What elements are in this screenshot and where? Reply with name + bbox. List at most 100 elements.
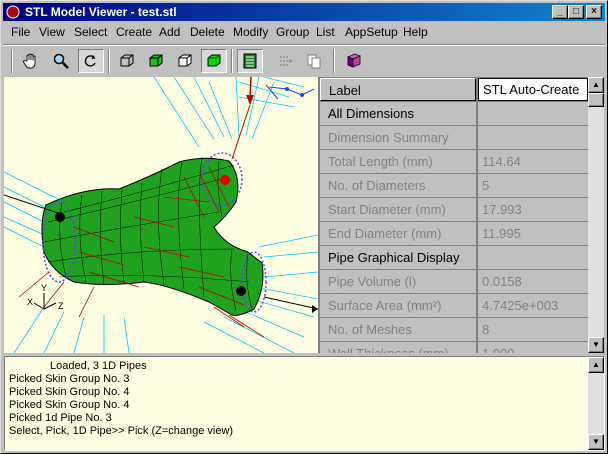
shaded-cube-icon xyxy=(149,54,163,67)
axis-triad xyxy=(33,293,57,310)
property-name: End Diameter (mm) xyxy=(320,222,476,245)
property-name: No. of Meshes xyxy=(320,318,476,341)
app-window: STL Model Viewer - test.stl _ □ × File V… xyxy=(0,0,608,454)
property-row-all-dimensions[interactable]: All Dimensions xyxy=(318,102,588,126)
property-name: Wall Thickness (mm) xyxy=(320,342,476,353)
menu-group[interactable]: Group xyxy=(276,25,309,39)
book-icon xyxy=(346,53,362,68)
copy-icon xyxy=(307,54,321,69)
pipe-mesh xyxy=(41,152,267,316)
log-scroll-up-button[interactable]: ▲ xyxy=(588,357,604,373)
menu-view[interactable]: View xyxy=(39,25,65,39)
scroll-down-button[interactable]: ▼ xyxy=(588,337,604,353)
rotate-button[interactable] xyxy=(78,49,104,73)
minimize-button[interactable]: _ xyxy=(552,5,568,19)
property-row-pipe-graphical-display[interactable]: Pipe Graphical Display xyxy=(318,246,588,270)
property-row-wall-thickness[interactable]: Wall Thickness (mm) 1.000 xyxy=(318,342,588,353)
property-name: Start Diameter (mm) xyxy=(320,198,476,221)
property-name: No. of Diameters xyxy=(320,174,476,197)
property-value xyxy=(478,102,588,125)
window-title: STL Model Viewer - test.stl xyxy=(25,5,177,19)
property-value xyxy=(478,126,588,149)
arrange-button[interactable] xyxy=(273,49,299,73)
property-value xyxy=(478,246,588,269)
property-value: 5 xyxy=(478,174,588,197)
menu-file[interactable]: File xyxy=(11,25,30,39)
property-value: 114.64 xyxy=(478,150,588,173)
message-log[interactable]: Loaded, 3 1D Pipes Picked Skin Group No.… xyxy=(4,356,605,451)
log-line: Picked Skin Group No. 3 xyxy=(9,373,130,385)
hand-pan-icon xyxy=(23,53,36,69)
log-scrollbar[interactable]: ▲ ▼ xyxy=(588,357,604,450)
help-book-button[interactable] xyxy=(341,49,367,73)
table-button[interactable] xyxy=(237,49,263,73)
property-name: Dimension Summary xyxy=(320,126,476,149)
scroll-up-button[interactable]: ▲ xyxy=(588,77,604,93)
toolbar-separator xyxy=(11,49,13,73)
pipe-model-render: X Y Z xyxy=(4,77,318,353)
property-name: Total Length (mm) xyxy=(320,150,476,173)
log-line: Loaded, 3 1D Pipes xyxy=(50,360,147,372)
property-value: 8 xyxy=(478,318,588,341)
menu-appsetup[interactable]: AppSetup xyxy=(345,25,398,39)
property-name: Label xyxy=(320,78,476,101)
menu-help[interactable]: Help xyxy=(403,25,428,39)
pan-button[interactable] xyxy=(18,49,44,73)
property-row-start-diameter[interactable]: Start Diameter (mm) 17.993 xyxy=(318,198,588,222)
property-row-end-diameter[interactable]: End Diameter (mm) 11.995 xyxy=(318,222,588,246)
wireframe-cube-icon xyxy=(120,54,134,67)
property-value: 1.000 xyxy=(478,342,588,353)
properties-scrollbar[interactable]: ▲ ▼ xyxy=(588,77,604,353)
solid-view-button[interactable] xyxy=(201,49,227,73)
property-row-pipe-volume[interactable]: Pipe Volume (l) 0.0158 xyxy=(318,270,588,294)
close-button[interactable]: × xyxy=(586,5,602,19)
maximize-button[interactable]: □ xyxy=(568,5,584,19)
menu-select[interactable]: Select xyxy=(74,25,107,39)
zoom-button[interactable] xyxy=(48,49,74,73)
property-name: Pipe Graphical Display xyxy=(320,246,476,269)
property-row-label[interactable]: Label STL Auto-Create xyxy=(318,78,588,102)
scroll-thumb[interactable] xyxy=(588,93,604,107)
log-line: Picked 1d Pipe No. 3 xyxy=(9,412,112,424)
wireframe-view-button[interactable] xyxy=(114,49,140,73)
rotate-icon xyxy=(84,55,96,67)
properties-panel: Label STL Auto-Create All Dimensions Dim… xyxy=(318,77,604,353)
menu-bar: File View Select Create Add Delete Modif… xyxy=(3,22,605,42)
toolbar-separator xyxy=(231,49,233,73)
property-value: 4.7425e+003 xyxy=(478,294,588,317)
log-line: Select, Pick, 1D Pipe>> Pick (Z=change v… xyxy=(9,425,234,437)
outline-view-button[interactable] xyxy=(172,49,198,73)
property-name: Pipe Volume (l) xyxy=(320,270,476,293)
property-row-dimension-summary[interactable]: Dimension Summary xyxy=(318,126,588,150)
solid-green-cube-icon xyxy=(207,54,221,67)
outline-cube-icon xyxy=(178,54,192,67)
axis-label-y: Y xyxy=(41,283,47,293)
title-bar[interactable]: STL Model Viewer - test.stl _ □ × xyxy=(3,3,605,21)
menu-list[interactable]: List xyxy=(316,25,335,39)
property-name: Surface Area (mm²) xyxy=(320,294,476,317)
toolbar-separator xyxy=(333,49,335,73)
property-value: 17.993 xyxy=(478,198,588,221)
menu-add[interactable]: Add xyxy=(159,25,180,39)
property-value: 0.0158 xyxy=(478,270,588,293)
property-row-no-of-meshes[interactable]: No. of Meshes 8 xyxy=(318,318,588,342)
property-row-total-length[interactable]: Total Length (mm) 114.64 xyxy=(318,150,588,174)
property-row-no-of-diameters[interactable]: No. of Diameters 5 xyxy=(318,174,588,198)
log-line: Picked Skin Group No. 4 xyxy=(9,399,130,411)
property-name: All Dimensions xyxy=(320,102,476,125)
zoom-magnifier-icon xyxy=(53,53,69,69)
axis-label-x: X xyxy=(27,297,33,307)
shaded-view-button[interactable] xyxy=(143,49,169,73)
3d-viewport[interactable]: X Y Z xyxy=(4,77,318,353)
menu-modify[interactable]: Modify xyxy=(233,25,268,39)
toolbar xyxy=(3,44,605,76)
property-row-surface-area[interactable]: Surface Area (mm²) 4.7425e+003 xyxy=(318,294,588,318)
menu-create[interactable]: Create xyxy=(116,25,152,39)
app-logo-icon xyxy=(6,5,20,19)
menu-delete[interactable]: Delete xyxy=(190,25,225,39)
log-scroll-down-button[interactable]: ▼ xyxy=(588,434,604,450)
label-value-input[interactable]: STL Auto-Create xyxy=(478,78,588,101)
property-value: 11.995 xyxy=(478,222,588,245)
copy-button[interactable] xyxy=(301,49,327,73)
table-icon xyxy=(243,53,257,69)
